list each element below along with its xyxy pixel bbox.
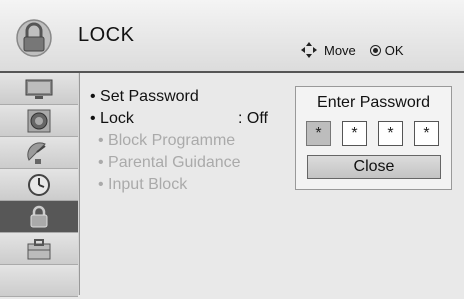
menu-item-input-block: • Input Block (90, 174, 290, 196)
lock-icon (16, 19, 52, 57)
toolbox-icon (27, 238, 51, 259)
sidebar-item-extra[interactable] (0, 265, 78, 297)
ok-button-icon (369, 44, 381, 56)
password-digit-4[interactable]: * (414, 121, 439, 146)
close-button[interactable]: Close (307, 155, 441, 179)
category-sidebar (0, 73, 80, 297)
tv-picture-icon (25, 79, 53, 99)
sidebar-item-option[interactable] (0, 233, 78, 265)
four-way-arrow-icon (301, 42, 317, 58)
enter-password-dialog: Enter Password * * * * Close (295, 86, 452, 190)
password-input[interactable]: * * * * (306, 121, 439, 146)
sidebar-item-audio[interactable] (0, 105, 78, 137)
speaker-audio-icon (27, 109, 51, 132)
move-hint-label: Move (324, 42, 356, 58)
ok-hint-label: OK (384, 42, 404, 58)
navigation-hint: Move OK (300, 41, 404, 59)
input-block-label: • Input Block (98, 176, 188, 193)
lock-menu-screen: LOCK Move OK • Set Password • Lock: Off… (0, 0, 464, 299)
lock-value: : Off (238, 110, 268, 127)
password-digit-3[interactable]: * (378, 121, 403, 146)
page-title: LOCK (78, 24, 135, 46)
password-digit-2[interactable]: * (342, 121, 367, 146)
dialog-title: Enter Password (317, 94, 430, 111)
block-programme-label: • Block Programme (98, 132, 236, 149)
lock-settings-menu: • Set Password • Lock : Off • Block Prog… (90, 86, 290, 196)
sidebar-item-channel[interactable] (0, 137, 78, 169)
lock-label: • Lock (90, 110, 134, 127)
parental-guidance-label: • Parental Guidance (98, 154, 241, 171)
password-digit-1[interactable]: * (306, 121, 331, 146)
satellite-dish-icon (27, 141, 46, 164)
sidebar-item-time[interactable] (0, 169, 78, 201)
clock-icon (28, 173, 50, 196)
menu-item-lock[interactable]: • Lock : Off (90, 108, 290, 130)
menu-item-parental-guidance: • Parental Guidance (90, 152, 290, 174)
sidebar-item-picture[interactable] (0, 73, 78, 105)
menu-item-block-programme: • Block Programme (90, 130, 290, 152)
lock-icon (30, 205, 48, 227)
menu-item-set-password[interactable]: • Set Password (90, 86, 290, 108)
menu-header: LOCK Move OK (0, 0, 464, 73)
set-password-label: • Set Password (90, 88, 199, 105)
sidebar-item-lock[interactable] (0, 201, 78, 233)
